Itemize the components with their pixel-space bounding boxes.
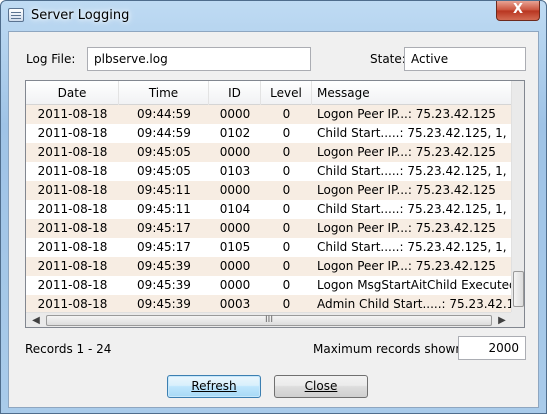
table-row[interactable]: 2011-08-18 09:44:59 0102 0 Child Start.....:… xyxy=(26,124,511,143)
cell-time: 09:45:11 xyxy=(137,183,191,197)
cell-date: 2011-08-18 xyxy=(37,145,108,159)
cell-id: 0000 xyxy=(219,221,251,235)
cell-id: 0102 xyxy=(219,126,251,140)
cell-message: Logon Peer IP...: 75.23.42.125 xyxy=(317,107,496,121)
scroll-right-arrow-icon[interactable]: ▶ xyxy=(494,313,510,327)
cell-message: Child Start.....: 75.23.42.125, 1, (6d14… xyxy=(317,202,511,216)
state-label: State: xyxy=(370,52,406,66)
table-row[interactable]: 2011-08-18 09:45:39 0000 0 Logon MsgStartAit… xyxy=(26,276,511,295)
cell-level: 0 xyxy=(282,164,291,178)
cell-time: 09:45:39 xyxy=(137,278,191,292)
scrollbar-corner xyxy=(511,312,524,327)
scroll-left-arrow-icon[interactable]: ◀ xyxy=(28,313,44,327)
column-header-id[interactable]: ID xyxy=(209,81,261,105)
cell-date: 2011-08-18 xyxy=(37,126,108,140)
cell-time: 09:45:05 xyxy=(137,145,191,159)
cell-level: 0 xyxy=(282,221,291,235)
table-row[interactable]: 2011-08-18 09:44:59 0000 0 Logon Peer IP...:… xyxy=(26,105,511,124)
cell-level: 0 xyxy=(282,107,291,121)
table-row[interactable]: 2011-08-18 09:45:05 0000 0 Logon Peer IP...:… xyxy=(26,143,511,162)
cell-message: Logon Peer IP...: 75.23.42.125 xyxy=(317,221,496,235)
horizontal-scrollbar[interactable]: ◀ III ▶ xyxy=(26,312,511,327)
records-count: Records 1 - 24 xyxy=(25,342,112,356)
list-header: Date Time ID Level Message xyxy=(26,81,511,105)
cell-time: 09:45:17 xyxy=(137,221,191,235)
log-file-label: Log File: xyxy=(26,52,76,66)
cell-message: Child Start.....: 75.23.42.125, 1, (6d15… xyxy=(317,240,511,254)
table-row[interactable]: 2011-08-18 09:45:11 0104 0 Child Start.....:… xyxy=(26,200,511,219)
cell-time: 09:44:59 xyxy=(137,107,191,121)
log-list[interactable]: Date Time ID Level Message 2011-08-18 09:… xyxy=(25,80,525,328)
window-close-button[interactable]: X xyxy=(496,1,540,21)
horizontal-scroll-thumb[interactable]: III xyxy=(46,315,492,326)
cell-level: 0 xyxy=(282,240,291,254)
cell-id: 0104 xyxy=(219,202,251,216)
server-logging-window: Server Logging X Log File: plbserve.log … xyxy=(0,0,547,414)
cell-date: 2011-08-18 xyxy=(37,164,108,178)
dialog-body: Log File: plbserve.log State: Active Dat… xyxy=(8,31,539,408)
table-row[interactable]: 2011-08-18 09:45:11 0000 0 Logon Peer IP...:… xyxy=(26,181,511,200)
cell-id: 0000 xyxy=(219,145,251,159)
log-rows: 2011-08-18 09:44:59 0000 0 Logon Peer IP...:… xyxy=(26,105,511,314)
cell-time: 09:45:39 xyxy=(137,259,191,273)
cell-time: 09:45:17 xyxy=(137,240,191,254)
cell-date: 2011-08-18 xyxy=(37,202,108,216)
title-bar[interactable]: Server Logging X xyxy=(1,1,546,31)
cell-level: 0 xyxy=(282,278,291,292)
cell-id: 0103 xyxy=(219,164,251,178)
cell-level: 0 xyxy=(282,145,291,159)
table-row[interactable]: 2011-08-18 09:45:17 0105 0 Child Start.....:… xyxy=(26,238,511,257)
cell-message: Child Start.....: 75.23.42.125, 1, (6bb1… xyxy=(317,126,511,140)
log-file-field[interactable]: plbserve.log xyxy=(87,47,311,71)
cell-time: 09:45:05 xyxy=(137,164,191,178)
table-row[interactable]: 2011-08-18 09:45:39 0000 0 Logon Peer IP...:… xyxy=(26,257,511,276)
vertical-scroll-thumb[interactable] xyxy=(513,271,524,307)
max-records-label: Maximum records shown: xyxy=(313,342,468,356)
cell-date: 2011-08-18 xyxy=(37,107,108,121)
state-field[interactable]: Active xyxy=(404,47,526,71)
max-records-field[interactable]: 2000 xyxy=(458,336,526,360)
cell-date: 2011-08-18 xyxy=(37,183,108,197)
cell-level: 0 xyxy=(282,126,291,140)
cell-id: 0000 xyxy=(219,259,251,273)
cell-level: 0 xyxy=(282,202,291,216)
table-row[interactable]: 2011-08-18 09:45:17 0000 0 Logon Peer IP...:… xyxy=(26,219,511,238)
vertical-scrollbar[interactable] xyxy=(511,81,524,312)
refresh-button[interactable]: Refresh xyxy=(167,375,261,398)
cell-message: Child Start.....: 75.23.42.125, 1, (6d13… xyxy=(317,164,511,178)
column-header-time[interactable]: Time xyxy=(119,81,209,105)
cell-message: Logon Peer IP...: 75.23.42.125 xyxy=(317,183,496,197)
cell-time: 09:44:59 xyxy=(137,126,191,140)
cell-date: 2011-08-18 xyxy=(37,259,108,273)
column-header-date[interactable]: Date xyxy=(26,81,119,105)
cell-id: 0000 xyxy=(219,278,251,292)
cell-id: 0000 xyxy=(219,183,251,197)
cell-date: 2011-08-18 xyxy=(37,278,108,292)
cell-date: 2011-08-18 xyxy=(37,240,108,254)
column-header-level[interactable]: Level xyxy=(261,81,312,105)
cell-time: 09:45:11 xyxy=(137,202,191,216)
column-header-message[interactable]: Message xyxy=(312,81,511,105)
cell-message: Logon MsgStartAitChild Executed! xyxy=(317,278,511,292)
cell-message: Logon Peer IP...: 75.23.42.125 xyxy=(317,259,496,273)
window-title: Server Logging xyxy=(31,8,130,23)
table-row[interactable]: 2011-08-18 09:45:05 0103 0 Child Start.....:… xyxy=(26,162,511,181)
cell-level: 0 xyxy=(282,183,291,197)
cell-level: 0 xyxy=(282,259,291,273)
cell-message: Logon Peer IP...: 75.23.42.125 xyxy=(317,145,496,159)
log-window-icon xyxy=(8,8,24,22)
cell-id: 0000 xyxy=(219,107,251,121)
cell-date: 2011-08-18 xyxy=(37,221,108,235)
cell-id: 0105 xyxy=(219,240,251,254)
close-button[interactable]: Close xyxy=(274,375,368,398)
